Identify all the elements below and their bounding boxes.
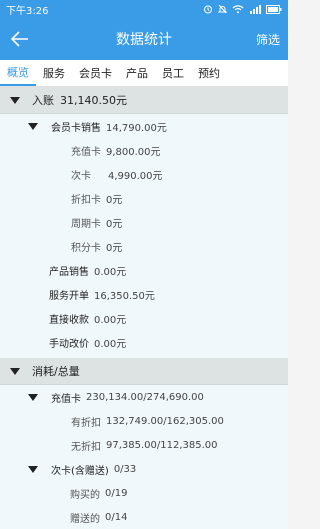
collapse-triangle-icon — [28, 393, 38, 401]
item-value: 132,749.00/162,305.00 — [106, 415, 224, 427]
item-label: 积分卡 — [71, 242, 101, 254]
recharge-card-value: 230,134.00/274,690.00 — [86, 391, 204, 403]
alarm-icon — [204, 5, 212, 14]
member-sales-value: 14,790.00元 — [106, 122, 167, 134]
list-item: 赠送的 0/14 — [0, 505, 288, 529]
item-label: 服务开单 — [49, 290, 89, 302]
wifi-icon — [232, 5, 244, 14]
tab-overview[interactable]: 概览 — [0, 60, 36, 86]
app-bar: 数据统计 筛选 — [0, 18, 288, 60]
collapse-triangle-icon — [28, 465, 38, 473]
list-item: 充值卡 9,800.00元 — [0, 138, 288, 162]
list-item: 直接收款 0.00元 — [0, 306, 288, 330]
member-sales-label: 会员卡销售 — [51, 122, 101, 134]
list-item: 积分卡 0元 — [0, 234, 288, 258]
income-section-header[interactable]: 入账 31,140.50元 — [0, 87, 288, 114]
overview-content: 入账 31,140.50元 会员卡销售 14,790.00元 充值卡 9,800… — [0, 87, 288, 529]
item-label: 无折扣 — [71, 441, 101, 453]
tab-appointment[interactable]: 预约 — [191, 60, 227, 86]
income-value: 31,140.50元 — [60, 94, 127, 107]
consume-label: 消耗/总量 — [32, 365, 80, 378]
list-item: 有折扣 132,749.00/162,305.00 — [0, 409, 288, 433]
item-label: 购买的 — [70, 489, 100, 501]
list-item: 服务开单 16,350.50元 — [0, 282, 288, 306]
item-label: 充值卡 — [71, 146, 101, 158]
item-value: 9,800.00元 — [106, 146, 161, 158]
status-bar: 下午3:26 — [0, 0, 288, 18]
item-value: 0.00元 — [94, 266, 127, 278]
item-label: 赠送的 — [70, 513, 100, 525]
item-label: 周期卡 — [71, 218, 101, 230]
tab-service[interactable]: 服务 — [36, 60, 72, 86]
list-item: 购买的 0/19 — [0, 481, 288, 505]
item-label: 手动改价 — [49, 338, 89, 350]
item-value: 97,385.00/112,385.00 — [106, 439, 218, 451]
item-label: 有折扣 — [71, 417, 101, 429]
list-item: 周期卡 0元 — [0, 210, 288, 234]
times-card-label: 次卡(含赠送) — [51, 465, 109, 477]
collapse-triangle-icon — [10, 96, 20, 104]
item-value: 0.00元 — [94, 314, 127, 326]
tab-member-card[interactable]: 会员卡 — [72, 60, 119, 86]
back-button[interactable] — [0, 18, 40, 60]
recharge-card-row[interactable]: 充值卡 230,134.00/274,690.00 — [0, 385, 288, 409]
item-value: 0/14 — [105, 511, 128, 523]
item-value: 0.00元 — [94, 338, 127, 350]
battery-icon — [266, 4, 282, 14]
consume-section-header[interactable]: 消耗/总量 — [0, 358, 288, 385]
member-sales-row[interactable]: 会员卡销售 14,790.00元 — [0, 114, 288, 138]
times-card-value: 0/33 — [113, 463, 137, 475]
list-item: 次卡 4,990.00元 — [0, 162, 288, 186]
list-item: 手动改价 0.00元 — [0, 330, 288, 354]
income-label: 入账 — [32, 94, 54, 107]
item-label: 产品销售 — [49, 266, 89, 278]
item-value: 16,350.50元 — [94, 290, 155, 302]
tab-product[interactable]: 产品 — [119, 60, 155, 86]
page-title: 数据统计 — [116, 32, 172, 48]
recharge-card-label: 充值卡 — [51, 393, 81, 405]
tab-bar: 概览 服务 会员卡 产品 员工 预约 — [0, 60, 288, 87]
list-item: 折扣卡 0元 — [0, 186, 288, 210]
item-value: 0元 — [106, 218, 123, 230]
status-time: 下午3:26 — [6, 5, 49, 17]
item-value: 0元 — [106, 194, 123, 206]
signal-icon — [250, 5, 261, 14]
times-card-row[interactable]: 次卡(含赠送) 0/33 — [0, 457, 288, 481]
item-label: 次卡 — [71, 170, 91, 182]
list-item: 无折扣 97,385.00/112,385.00 — [0, 433, 288, 457]
list-item: 产品销售 0.00元 — [0, 258, 288, 282]
filter-button[interactable]: 筛选 — [256, 31, 288, 48]
item-value: 0元 — [106, 242, 123, 254]
mute-icon — [218, 4, 227, 14]
item-label: 直接收款 — [49, 314, 89, 326]
item-value: 0/19 — [105, 487, 128, 499]
tab-staff[interactable]: 员工 — [155, 60, 191, 86]
back-arrow-icon — [11, 31, 28, 47]
collapse-triangle-icon — [10, 367, 20, 375]
item-label: 折扣卡 — [71, 194, 101, 206]
item-value: 4,990.00元 — [108, 170, 163, 182]
collapse-triangle-icon — [28, 122, 38, 130]
